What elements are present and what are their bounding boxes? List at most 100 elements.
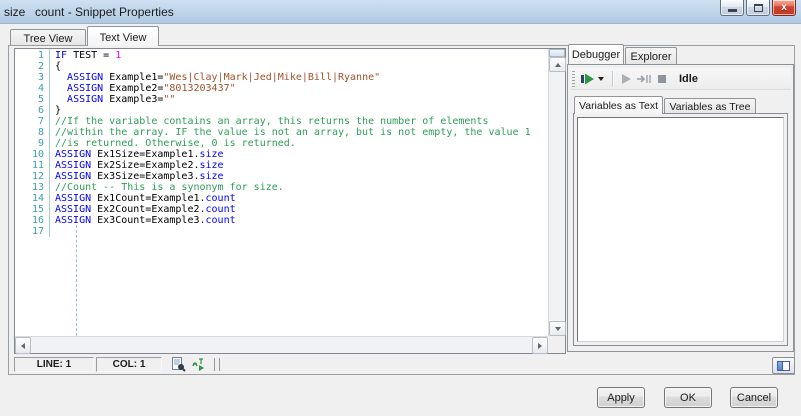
line-text: } bbox=[55, 105, 61, 116]
line-number: 13 bbox=[15, 182, 47, 193]
line-number: 5 bbox=[15, 94, 47, 105]
arrow-up-icon bbox=[555, 63, 561, 67]
code-editor[interactable]: 1IF TEST = 12{3 ASSIGN Example1="Wes|Cla… bbox=[15, 49, 548, 336]
caret-column-guide bbox=[76, 225, 77, 336]
scroll-right-button[interactable] bbox=[532, 337, 548, 354]
syntax-check-icon[interactable] bbox=[190, 357, 206, 372]
toolbar-separator bbox=[612, 71, 613, 87]
apply-button[interactable]: Apply bbox=[597, 387, 645, 408]
editor-status-bar: LINE: 1 COL: 1 bbox=[14, 356, 566, 373]
line-text: ASSIGN Ex1Size=Example1.size bbox=[55, 149, 224, 160]
continue-button[interactable] bbox=[617, 70, 635, 88]
code-editor-frame: 1IF TEST = 12{3 ASSIGN Example1="Wes|Cla… bbox=[14, 48, 566, 354]
arrow-right-icon bbox=[538, 343, 542, 349]
tab-variables-as-tree-label: Variables as Tree bbox=[670, 101, 751, 113]
stop-icon bbox=[658, 75, 666, 83]
close-button[interactable]: x bbox=[772, 0, 796, 16]
tab-explorer[interactable]: Explorer bbox=[625, 47, 677, 64]
background-window-title: size bbox=[4, 5, 25, 19]
debugger-toolbar: Idle bbox=[570, 68, 791, 90]
line-text: ASSIGN Ex3Size=Example3.size bbox=[55, 171, 224, 182]
horizontal-scrollbar[interactable] bbox=[15, 336, 548, 353]
line-number: 2 bbox=[15, 61, 47, 72]
status-bar-tools bbox=[170, 357, 220, 372]
code-line: 1 IF TEST = 1 bbox=[15, 50, 548, 61]
arrow-down-icon bbox=[555, 327, 561, 331]
code-line: 2{ bbox=[15, 61, 548, 72]
line-text: ASSIGN Example1="Wes|Clay|Mark|Jed|Mike|… bbox=[55, 72, 380, 83]
start-debug-button[interactable] bbox=[579, 70, 597, 88]
code-line: 17 bbox=[15, 226, 548, 237]
tab-debugger-label: Debugger bbox=[572, 49, 620, 61]
text-view-page: 1IF TEST = 12{3 ASSIGN Example1="Wes|Cla… bbox=[8, 45, 795, 375]
vertical-scrollbar[interactable] bbox=[548, 49, 565, 336]
split-panel-icon bbox=[777, 361, 790, 371]
line-number: 9 bbox=[15, 138, 47, 149]
code-lines: 1IF TEST = 12{3 ASSIGN Example1="Wes|Cla… bbox=[15, 50, 548, 237]
line-text: ASSIGN Example3="" bbox=[55, 94, 175, 105]
line-number: 7 bbox=[15, 116, 47, 127]
line-text: { bbox=[55, 61, 61, 72]
window-controls: x bbox=[720, 0, 796, 16]
status-separator bbox=[214, 358, 220, 371]
line-number: 1 bbox=[15, 50, 47, 61]
tab-text-view-label: Text View bbox=[100, 32, 147, 44]
scroll-up-button[interactable] bbox=[549, 57, 566, 72]
maximize-icon bbox=[754, 4, 763, 12]
tab-tree-view[interactable]: Tree View bbox=[10, 29, 86, 46]
line-text: IF TEST = 1 bbox=[55, 50, 121, 61]
tab-variables-as-tree[interactable]: Variables as Tree bbox=[664, 98, 756, 114]
stop-debug-button[interactable] bbox=[653, 70, 671, 88]
line-number: 11 bbox=[15, 160, 47, 171]
line-number: 15 bbox=[15, 204, 47, 215]
line-text: ASSIGN Ex2Size=Example2.size bbox=[55, 160, 224, 171]
tab-text-view[interactable]: Text View bbox=[87, 26, 159, 46]
code-line: 6} bbox=[15, 105, 548, 116]
line-number: 16 bbox=[15, 215, 47, 226]
tab-debugger[interactable]: Debugger bbox=[568, 44, 624, 64]
line-text: ASSIGN Ex1Count=Example1.count bbox=[55, 193, 236, 204]
start-debug-dropdown-icon[interactable] bbox=[598, 77, 604, 81]
minimize-button[interactable] bbox=[720, 0, 744, 16]
line-number: 8 bbox=[15, 127, 47, 138]
gutter-separator bbox=[49, 49, 50, 237]
code-line: 10 ASSIGN Ex1Size=Example1.size bbox=[15, 149, 548, 160]
line-text: //is returned. Otherwise, 0 is returned. bbox=[55, 138, 296, 149]
code-line: 12 ASSIGN Ex3Size=Example3.size bbox=[15, 171, 548, 182]
line-number: 12 bbox=[15, 171, 47, 182]
validate-document-icon[interactable] bbox=[170, 357, 186, 372]
code-line: 16ASSIGN Ex3Count=Example3.count bbox=[15, 215, 548, 226]
code-line: 7 //If the variable contains an array, th… bbox=[15, 116, 548, 127]
tab-variables-as-text[interactable]: Variables as Text bbox=[574, 96, 663, 114]
code-line: 13 //Count -- This is a synonym for size. bbox=[15, 182, 548, 193]
arrow-left-icon bbox=[21, 343, 25, 349]
title-bar: size count - Snippet Properties x bbox=[0, 0, 801, 24]
code-line: 5 ASSIGN Example3="" bbox=[15, 94, 548, 105]
scroll-down-button[interactable] bbox=[549, 321, 566, 336]
close-icon: x bbox=[781, 2, 787, 13]
code-line: 4 ASSIGN Example2="8013203437" bbox=[15, 83, 548, 94]
dialog-title: count - Snippet Properties bbox=[35, 5, 174, 19]
splitter-handle[interactable] bbox=[549, 49, 565, 57]
line-number: 4 bbox=[15, 83, 47, 94]
scroll-left-button[interactable] bbox=[15, 337, 31, 354]
line-text: ASSIGN Example2="8013203437" bbox=[55, 83, 236, 94]
horizontal-scroll-track[interactable] bbox=[31, 337, 532, 353]
cancel-button[interactable]: Cancel bbox=[730, 387, 778, 408]
debugger-panel: Idle Variables as Text Variables as Tree bbox=[567, 64, 794, 352]
minimize-icon bbox=[728, 9, 737, 12]
panel-layout-toggle-button[interactable] bbox=[772, 357, 795, 374]
step-over-button[interactable] bbox=[635, 70, 653, 88]
variables-text-area[interactable] bbox=[577, 117, 784, 342]
line-number: 10 bbox=[15, 149, 47, 160]
line-text: //If the variable contains an array, thi… bbox=[55, 116, 488, 127]
tab-explorer-label: Explorer bbox=[631, 51, 672, 63]
tab-variables-as-text-label: Variables as Text bbox=[579, 100, 658, 112]
vertical-scroll-track[interactable] bbox=[549, 72, 565, 321]
line-text: //Count -- This is a synonym for size. bbox=[55, 182, 284, 193]
variables-box bbox=[573, 113, 788, 346]
maximize-button[interactable] bbox=[746, 0, 770, 16]
ok-button[interactable]: OK bbox=[664, 387, 712, 408]
code-line: 9 //is returned. Otherwise, 0 is returned… bbox=[15, 138, 548, 149]
toolbar-grip-icon bbox=[572, 71, 575, 87]
